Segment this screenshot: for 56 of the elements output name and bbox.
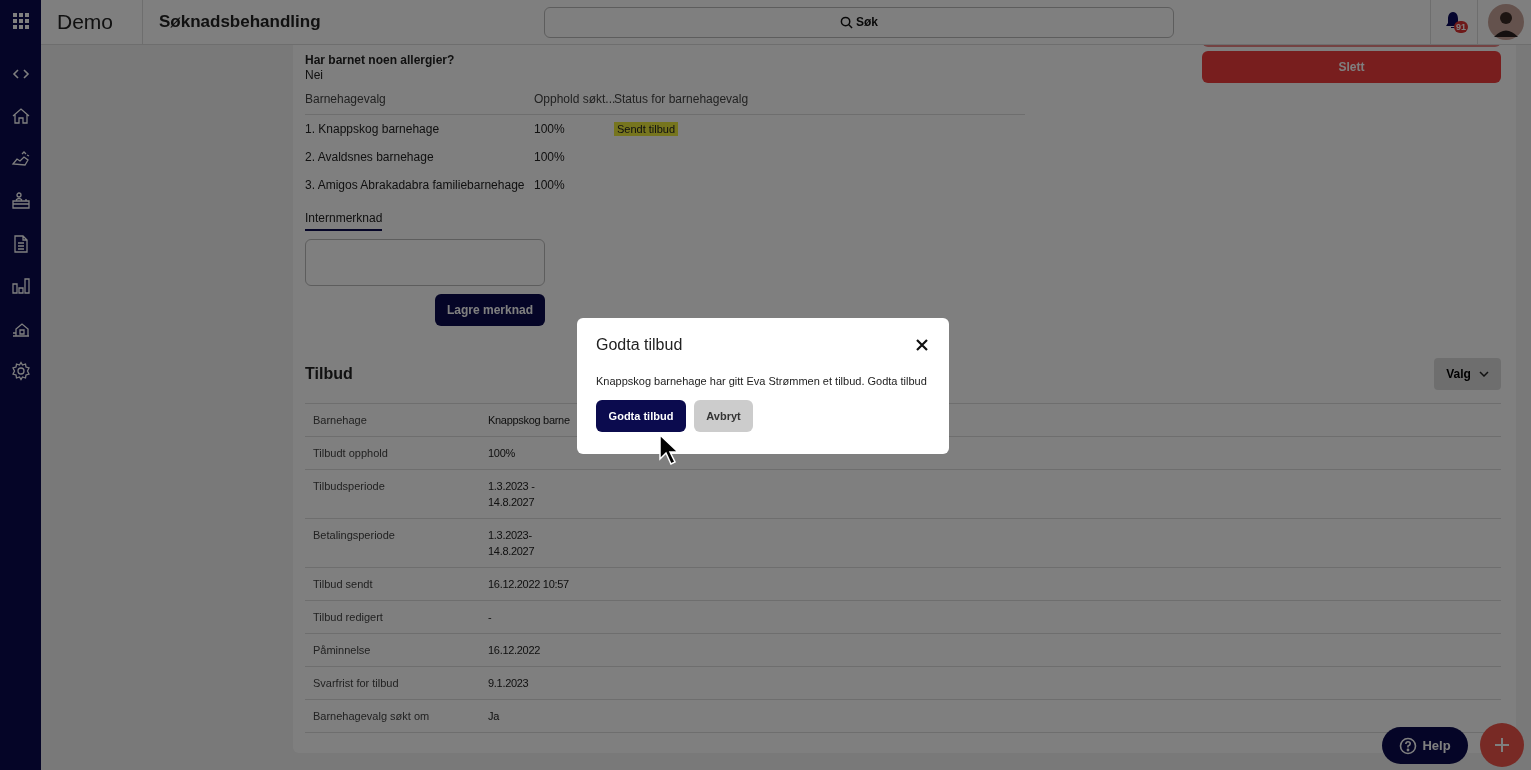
table-cell-text: 16.12.2022 10:57 bbox=[488, 577, 570, 592]
table-cell-text: Tilbud sendt bbox=[313, 577, 374, 592]
desk-icon[interactable] bbox=[10, 191, 31, 211]
accept-button[interactable]: Godta tilbud bbox=[596, 400, 686, 432]
table-cell-text: Knappskog barne bbox=[488, 413, 571, 428]
table-cell-text: Tilbudt opphold bbox=[313, 446, 389, 461]
column-header: Barnehagevalg bbox=[305, 92, 387, 106]
settings-icon[interactable] bbox=[10, 361, 31, 381]
page-title: Søknadsbehandling bbox=[159, 12, 322, 32]
column-header: Status for barnehagevalg bbox=[614, 92, 750, 106]
table-cell-text: Tilbud redigert bbox=[313, 610, 384, 625]
search-field[interactable]: Søk bbox=[544, 6, 1174, 38]
app-name: Demo bbox=[57, 10, 114, 34]
table-cell-text: 100% bbox=[488, 446, 516, 461]
allergy-answer: Nei bbox=[305, 68, 324, 83]
table-cell-text: 16.12.2022 bbox=[488, 643, 542, 658]
chevron-icon bbox=[1478, 371, 1489, 377]
dialog-message: Knappskog barnehage har gitt Eva Strømmen et tilbud. Godta tilbud bbox=[596, 374, 928, 388]
search-icon bbox=[840, 15, 853, 29]
delete-button[interactable]: Slett bbox=[1202, 51, 1501, 83]
apps-grid-icon[interactable] bbox=[12, 13, 29, 29]
note-field[interactable] bbox=[305, 239, 545, 286]
table-cell-text: 1.3.2023 - 14.8.2027 bbox=[488, 479, 536, 510]
help-button[interactable]: Help bbox=[1382, 727, 1468, 764]
table-cell-text: Barnehagevalg søkt om bbox=[313, 709, 431, 724]
table-cell-text: 100% bbox=[534, 122, 566, 136]
save-note-button[interactable]: Lagre merknad bbox=[434, 294, 545, 326]
table-cell-text: 100% bbox=[534, 150, 566, 164]
section-title: Tilbud bbox=[305, 365, 353, 383]
internal-note-tab[interactable]: Internmerknad bbox=[305, 211, 383, 231]
status-tag: Sendt tilbud bbox=[614, 122, 679, 136]
table-cell-text: Påminnelse bbox=[313, 643, 372, 658]
table-cell-text: 2. Avaldsnes barnehage bbox=[305, 150, 435, 164]
close-icon[interactable] bbox=[916, 339, 928, 351]
notification-badge: 91 bbox=[1454, 21, 1468, 33]
table-cell-text: Svarfrist for tilbud bbox=[313, 676, 400, 691]
table-cell-text: - bbox=[488, 610, 493, 625]
help-icon bbox=[1399, 736, 1418, 755]
table-cell-text: 3. Amigos Abrakadabra familiebarnehage bbox=[305, 178, 526, 192]
table-cell-text: 9.1.2023 bbox=[488, 676, 530, 691]
bar-chart-icon[interactable] bbox=[10, 276, 31, 296]
allergy-question: Har barnet noen allergier? bbox=[305, 53, 456, 68]
table-cell-text: Tilbudsperiode bbox=[313, 479, 386, 494]
options-button[interactable]: Valg bbox=[1434, 358, 1501, 390]
table-cell-text: Ja bbox=[488, 709, 501, 724]
table-cell-text: Barnehage bbox=[313, 413, 368, 428]
cancel-button[interactable]: Avbryt bbox=[694, 400, 753, 432]
column-header: Opphold søkt... bbox=[534, 92, 614, 106]
dialog-title: Godta tilbud bbox=[596, 336, 683, 354]
table-cell-text: 1.3.2023- 14.8.2027 bbox=[488, 528, 536, 559]
home-icon[interactable] bbox=[10, 106, 31, 126]
table-cell-text: 100% bbox=[534, 178, 566, 192]
avatar[interactable] bbox=[1488, 4, 1524, 40]
table-cell-text: Betalingsperiode bbox=[313, 528, 396, 543]
table-cell-text: 1. Knappskog barnehage bbox=[305, 122, 441, 136]
add-button[interactable] bbox=[1480, 723, 1524, 767]
